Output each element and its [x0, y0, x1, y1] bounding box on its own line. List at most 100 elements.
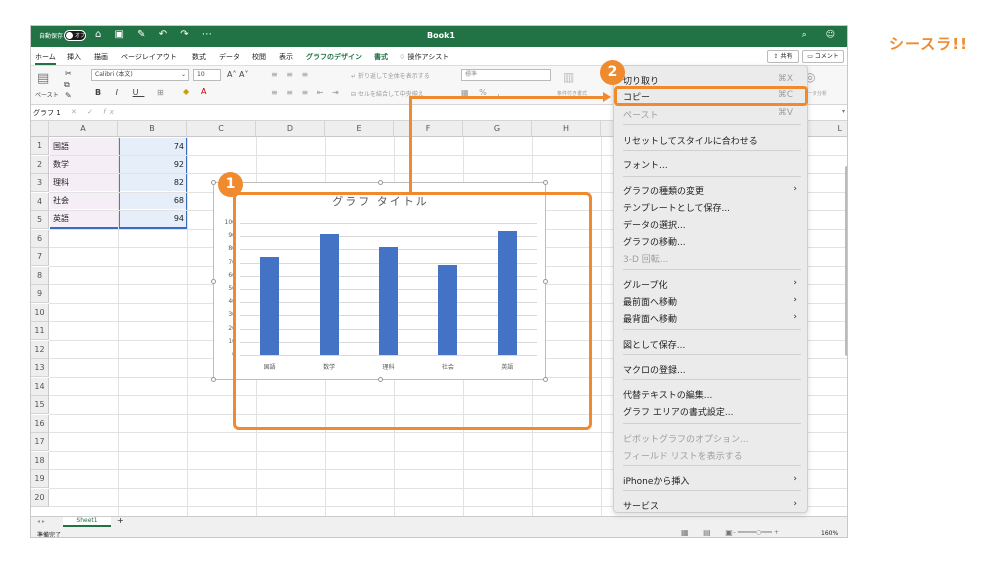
row-header-18[interactable]: 18 — [31, 451, 49, 470]
cell-b2[interactable]: 92 — [119, 156, 187, 173]
cell-a3[interactable]: 理科 — [50, 174, 118, 191]
align-icons[interactable]: ≡ ≡ ≡ ⇤ ⇥ — [271, 88, 342, 97]
row-header-17[interactable]: 17 — [31, 433, 49, 451]
copy-icon[interactable]: ⧉ — [64, 80, 70, 90]
column-header-c[interactable]: C — [187, 121, 256, 137]
menu-item-7[interactable]: データの選択... — [623, 218, 801, 231]
cell-a5[interactable]: 英語 — [50, 210, 118, 227]
menu-item-20[interactable]: サービス › — [623, 499, 801, 512]
view-mode-icons[interactable]: ▦ ▤ ▣ — [681, 528, 739, 537]
conditional-format-icon[interactable]: ▥ — [563, 70, 574, 84]
tab-formulas[interactable]: 数式 — [192, 52, 206, 62]
resize-handle-tr[interactable] — [543, 180, 548, 185]
menu-item-10[interactable]: グループ化 › — [623, 278, 801, 291]
zoom-slider[interactable]: – ━━━━━○━━━ + — [733, 529, 779, 536]
comment-button[interactable]: ▭ コメント — [802, 50, 844, 63]
row-header-7[interactable]: 7 — [31, 248, 49, 266]
row-header-16[interactable]: 16 — [31, 414, 49, 433]
vertical-scrollbar[interactable] — [845, 166, 847, 356]
cell-b5[interactable]: 94 — [119, 210, 187, 227]
resize-handle-tl[interactable] — [211, 180, 216, 185]
row-header-6[interactable]: 6 — [31, 229, 49, 248]
menu-item-4[interactable]: フォント... — [623, 158, 801, 171]
menu-item-3[interactable]: リセットしてスタイルに合わせる — [623, 134, 801, 147]
tab-data[interactable]: データ — [219, 52, 240, 62]
column-header-h[interactable]: H — [532, 121, 601, 137]
select-all-corner[interactable] — [31, 121, 49, 137]
row-header-15[interactable]: 15 — [31, 396, 49, 414]
tab-home[interactable]: ホーム — [35, 52, 56, 65]
font-name-select[interactable]: Calibri (本文) ⌄ — [91, 69, 189, 81]
format-painter-icon[interactable]: ✎ — [65, 91, 72, 100]
menu-item-6[interactable]: テンプレートとして保存... — [623, 201, 801, 214]
resize-handle-bl[interactable] — [211, 377, 216, 382]
column-header-a[interactable]: A — [49, 121, 118, 137]
quick-access-icons[interactable]: ⌂ ▣ ✎ ↶ ↷ ⋯ — [95, 29, 217, 40]
column-header-d[interactable]: D — [256, 121, 325, 137]
row-header-20[interactable]: 20 — [31, 488, 49, 507]
tab-insert[interactable]: 挿入 — [67, 52, 81, 62]
wrap-text-button[interactable]: ↵ 折り返して全体を表示する — [351, 71, 430, 80]
add-sheet-icon[interactable]: + — [117, 516, 124, 525]
column-header-g[interactable]: G — [463, 121, 532, 137]
autosave-toggle[interactable]: オフ — [64, 30, 86, 41]
fill-color-icon[interactable]: ◆ — [183, 87, 189, 96]
cell-a4[interactable]: 社会 — [50, 192, 118, 209]
row-header-13[interactable]: 13 — [31, 359, 49, 377]
row-header-12[interactable]: 12 — [31, 340, 49, 359]
menu-item-8[interactable]: グラフの移動... — [623, 235, 801, 248]
cell-b3[interactable]: 82 — [119, 174, 187, 191]
paste-label[interactable]: ペースト — [35, 90, 59, 99]
row-header-11[interactable]: 11 — [31, 322, 49, 340]
tab-page-layout[interactable]: ページレイアウト — [121, 52, 177, 62]
row-header-19[interactable]: 19 — [31, 470, 49, 488]
column-header-b[interactable]: B — [118, 121, 187, 137]
font-grow-shrink-icons[interactable]: A˄ A˅ — [227, 70, 249, 79]
row-header-14[interactable]: 14 — [31, 377, 49, 396]
sheet-tab-sheet1[interactable]: Sheet1 — [63, 517, 111, 527]
font-size-select[interactable]: 10 — [193, 69, 221, 81]
row-header-3[interactable]: 3 — [31, 174, 49, 192]
name-box[interactable]: グラフ 1 — [33, 108, 69, 119]
number-format-select[interactable]: 標準 — [461, 69, 551, 81]
row-header-2[interactable]: 2 — [31, 155, 49, 174]
tab-tell-me[interactable]: ♢ 操作アシスト — [399, 52, 449, 62]
cell-a1[interactable]: 国語 — [50, 138, 118, 155]
expand-formula-icon[interactable]: ▾ — [842, 108, 845, 115]
paste-icon[interactable]: ▤ — [37, 71, 49, 86]
border-icon[interactable]: ⊞ — [157, 88, 164, 97]
row-header-9[interactable]: 9 — [31, 285, 49, 303]
column-header-e[interactable]: E — [325, 121, 394, 137]
cut-icon[interactable]: ✂ — [65, 69, 72, 78]
resize-handle-t[interactable] — [378, 180, 383, 185]
menu-item-12[interactable]: 最背面へ移動 › — [623, 312, 801, 325]
row-header-8[interactable]: 8 — [31, 266, 49, 285]
menu-item-11[interactable]: 最前面へ移動 › — [623, 295, 801, 308]
row-header-1[interactable]: 1 — [31, 137, 49, 155]
tab-chart-design[interactable]: グラフのデザイン — [306, 52, 362, 62]
row-header-4[interactable]: 4 — [31, 192, 49, 211]
menu-item-13[interactable]: 図として保存... — [623, 338, 801, 351]
resize-handle-l[interactable] — [211, 279, 216, 284]
search-share-icons[interactable]: ⌕ ☺ — [802, 30, 843, 40]
align-top-icons[interactable]: ≡ ≡ ≡ — [271, 70, 311, 79]
menu-item-14[interactable]: マクロの登録... — [623, 363, 801, 376]
row-header-5[interactable]: 5 — [31, 211, 49, 229]
tab-review[interactable]: 校閲 — [252, 52, 266, 62]
menu-item-15[interactable]: 代替テキストの編集... — [623, 388, 801, 401]
tab-view[interactable]: 表示 — [279, 52, 293, 62]
bold-italic-underline-icons[interactable]: B I U — [95, 88, 144, 97]
menu-item-16[interactable]: グラフ エリアの書式設定... — [623, 405, 801, 418]
cell-b4[interactable]: 68 — [119, 192, 187, 209]
column-header-f[interactable]: F — [394, 121, 463, 137]
cell-a2[interactable]: 数学 — [50, 156, 118, 173]
row-header-10[interactable]: 10 — [31, 303, 49, 322]
menu-item-5[interactable]: グラフの種類の変更 › — [623, 184, 801, 197]
tab-draw[interactable]: 描画 — [94, 52, 108, 62]
sheet-nav-icons[interactable]: ◂ ▸ — [37, 518, 45, 525]
menu-item-19[interactable]: iPhoneから挿入 › — [623, 474, 801, 487]
share-button[interactable]: ⇪ 共有 — [767, 50, 799, 63]
font-color-icon[interactable]: A — [201, 87, 206, 96]
cell-b1[interactable]: 74 — [119, 138, 187, 155]
tab-format[interactable]: 書式 — [374, 52, 388, 62]
